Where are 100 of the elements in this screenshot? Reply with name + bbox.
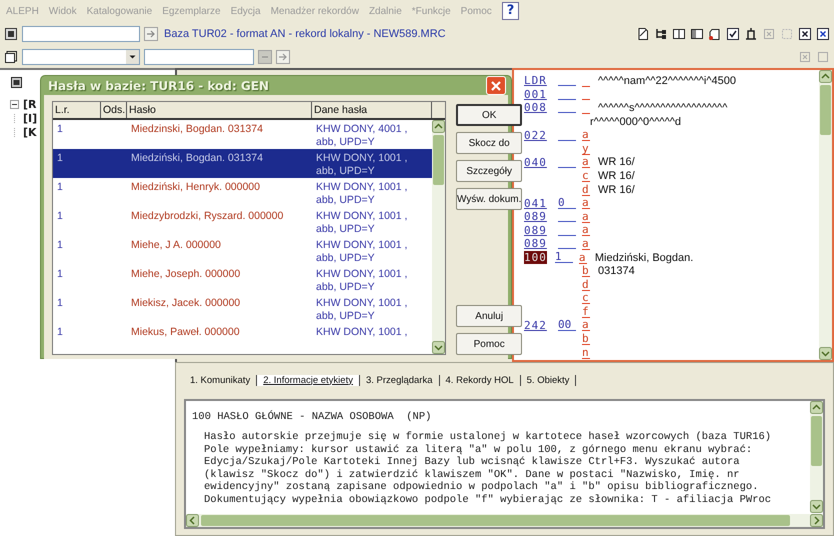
- subfield-code[interactable]: y: [582, 142, 590, 155]
- scroll-up-icon[interactable]: [810, 401, 823, 414]
- arrow-button[interactable]: [276, 50, 290, 64]
- column-header[interactable]: Ods.: [101, 102, 127, 118]
- results-list[interactable]: [52, 101, 446, 355]
- tree-item[interactable]: [R: [23, 98, 36, 110]
- field-value[interactable]: r^^^^^000^0^^^^^d: [590, 116, 682, 128]
- two-pane-icon[interactable]: [672, 27, 686, 41]
- subfield-code[interactable]: a: [582, 238, 590, 250]
- scrollbar-thumb[interactable]: [811, 416, 822, 466]
- tab[interactable]: 2. Informacje etykiety: [257, 374, 360, 386]
- field-tag[interactable]: 001: [524, 88, 558, 101]
- subfield-code[interactable]: f: [582, 306, 590, 318]
- tab[interactable]: 4. Rekordy HOL: [440, 374, 521, 386]
- subfield-code[interactable]: a: [582, 319, 590, 332]
- indicator-field[interactable]: 1: [554, 252, 573, 264]
- dropdown-caret-icon[interactable]: [126, 50, 139, 64]
- page-icon[interactable]: [708, 27, 722, 41]
- vertical-scrollbar[interactable]: [810, 401, 823, 513]
- subfield-code[interactable]: a: [582, 224, 590, 236]
- field-tag[interactable]: 242: [524, 318, 558, 332]
- list-row[interactable]: 1 Miehe, J A. 000000 KHW DONY, 1001 , abb, UPD=Y: [53, 236, 432, 265]
- subfield-code[interactable]: d: [582, 278, 590, 291]
- dialog-button[interactable]: Szczegóły: [456, 160, 522, 182]
- subfield-code[interactable]: n: [582, 346, 590, 359]
- close-box-icon[interactable]: [816, 27, 830, 41]
- scroll-down-icon[interactable]: [819, 347, 832, 360]
- subfield-code[interactable]: a: [582, 156, 590, 168]
- field-value[interactable]: WR 16/: [598, 156, 635, 168]
- field-tag[interactable]: 100: [524, 251, 547, 264]
- list-row[interactable]: 1 Miehe, Joseph. 000000 KHW DONY, 1001 , abb, UPD=Y: [53, 265, 432, 294]
- subfield-code[interactable]: a: [578, 252, 587, 264]
- list-row[interactable]: 1 Miedzybrodzki, Ryszard. 000000 KHW DONY, 1001 , abb, UPD=Y: [53, 207, 432, 236]
- arrow-button[interactable]: [144, 27, 158, 41]
- scroll-up-icon[interactable]: [819, 70, 832, 83]
- field-value[interactable]: 031374: [598, 265, 635, 278]
- column-header[interactable]: Hasło: [127, 102, 312, 118]
- scroll-left-icon[interactable]: [186, 514, 199, 527]
- scroll-down-icon[interactable]: [432, 341, 445, 354]
- help-button[interactable]: ?: [502, 2, 520, 20]
- indicator-field[interactable]: 0: [558, 198, 576, 209]
- column-header[interactable]: L.r.: [53, 102, 101, 118]
- list-row[interactable]: 1 Miekus, Paweł. 000000 KHW DONY, 1001 ,: [53, 323, 432, 352]
- field-value[interactable]: Miedziński, Bogdan.: [594, 252, 694, 264]
- scroll-up-icon[interactable]: [432, 120, 445, 133]
- close-box-icon[interactable]: [798, 27, 812, 41]
- tree-item[interactable]: [K: [23, 126, 37, 138]
- indicator-field[interactable]: 00: [558, 320, 576, 331]
- field-tag[interactable]: 040: [524, 156, 558, 169]
- vertical-scrollbar[interactable]: [819, 70, 832, 360]
- field-tag[interactable]: 041: [524, 196, 558, 210]
- window-icon[interactable]: [4, 50, 18, 64]
- collapse-icon[interactable]: [10, 100, 19, 108]
- scroll-right-icon[interactable]: [810, 514, 823, 527]
- field-tag[interactable]: 089: [524, 210, 558, 224]
- dialog-button[interactable]: Pomoc: [456, 333, 522, 355]
- field-value[interactable]: WR 16/: [598, 170, 635, 182]
- dialog-button[interactable]: Anuluj: [456, 305, 522, 327]
- field-tag[interactable]: 008: [524, 101, 558, 114]
- close-button[interactable]: [486, 76, 506, 95]
- checkbox-icon[interactable]: [726, 27, 740, 41]
- list-row[interactable]: 1 Miedziński, Henryk. 000000 KHW DONY, 1001 , abb, UPD=Y: [53, 178, 432, 207]
- subfield-code[interactable]: a: [582, 129, 590, 142]
- field-value[interactable]: WR 16/: [598, 184, 635, 196]
- subfield-code[interactable]: c: [582, 292, 590, 304]
- list-row[interactable]: 1 Miedzinski, Bogdan. 031374 KHW DONY, 4001 , abb, UPD=Y: [53, 120, 432, 149]
- scrollbar-thumb[interactable]: [820, 85, 831, 135]
- field-value[interactable]: ^^^^^^s^^^^^^^^^^^^^^^^^^: [598, 102, 728, 114]
- scroll-down-icon[interactable]: [810, 500, 823, 513]
- vertical-scrollbar[interactable]: [432, 120, 445, 354]
- subfield-code[interactable]: d: [582, 184, 590, 196]
- list-row[interactable]: 1 Miekisz, Jacek. 000000 KHW DONY, 1001 , abb, UPD=Y: [53, 294, 432, 323]
- record-icon[interactable]: [4, 27, 18, 41]
- dialog-button[interactable]: Skocz do: [456, 132, 522, 154]
- pane-icon[interactable]: [690, 27, 704, 41]
- subfield-code[interactable]: c: [582, 170, 590, 182]
- scrollbar-thumb[interactable]: [201, 515, 790, 526]
- column-header[interactable]: Dane hasła: [312, 102, 432, 118]
- command-field[interactable]: [22, 26, 140, 42]
- subfield-code[interactable]: a: [582, 197, 590, 210]
- text-field[interactable]: [144, 49, 254, 65]
- field-tag[interactable]: 022: [524, 128, 558, 142]
- field-value[interactable]: ^^^^^nam^^22^^^^^^^i^4500: [598, 74, 736, 87]
- scrollbar-thumb[interactable]: [433, 135, 444, 185]
- field-tag[interactable]: 089: [524, 237, 558, 250]
- tab[interactable]: 5. Obiekty: [520, 374, 576, 386]
- field-tag[interactable]: 089: [524, 224, 558, 237]
- tab[interactable]: 3. Przeglądarka: [360, 374, 440, 386]
- tree-icon[interactable]: [654, 27, 668, 41]
- list-row[interactable]: 1 Miedziński, Bogdan. 031374 KHW DONY, 1001 , abb, UPD=Y: [53, 149, 432, 178]
- dialog-button[interactable]: OK: [456, 104, 522, 126]
- document-icon[interactable]: [636, 27, 650, 41]
- horizontal-scrollbar[interactable]: [186, 514, 823, 527]
- subfield-code[interactable]: b: [582, 265, 590, 278]
- subfield-code[interactable]: b: [582, 333, 590, 346]
- dropdown-field[interactable]: [22, 49, 140, 65]
- subfield-code[interactable]: a: [582, 210, 590, 223]
- dialog-button[interactable]: Wyśw. dokum.: [456, 188, 522, 210]
- field-tag[interactable]: LDR: [524, 74, 558, 88]
- tree-item[interactable]: [I]: [23, 112, 38, 124]
